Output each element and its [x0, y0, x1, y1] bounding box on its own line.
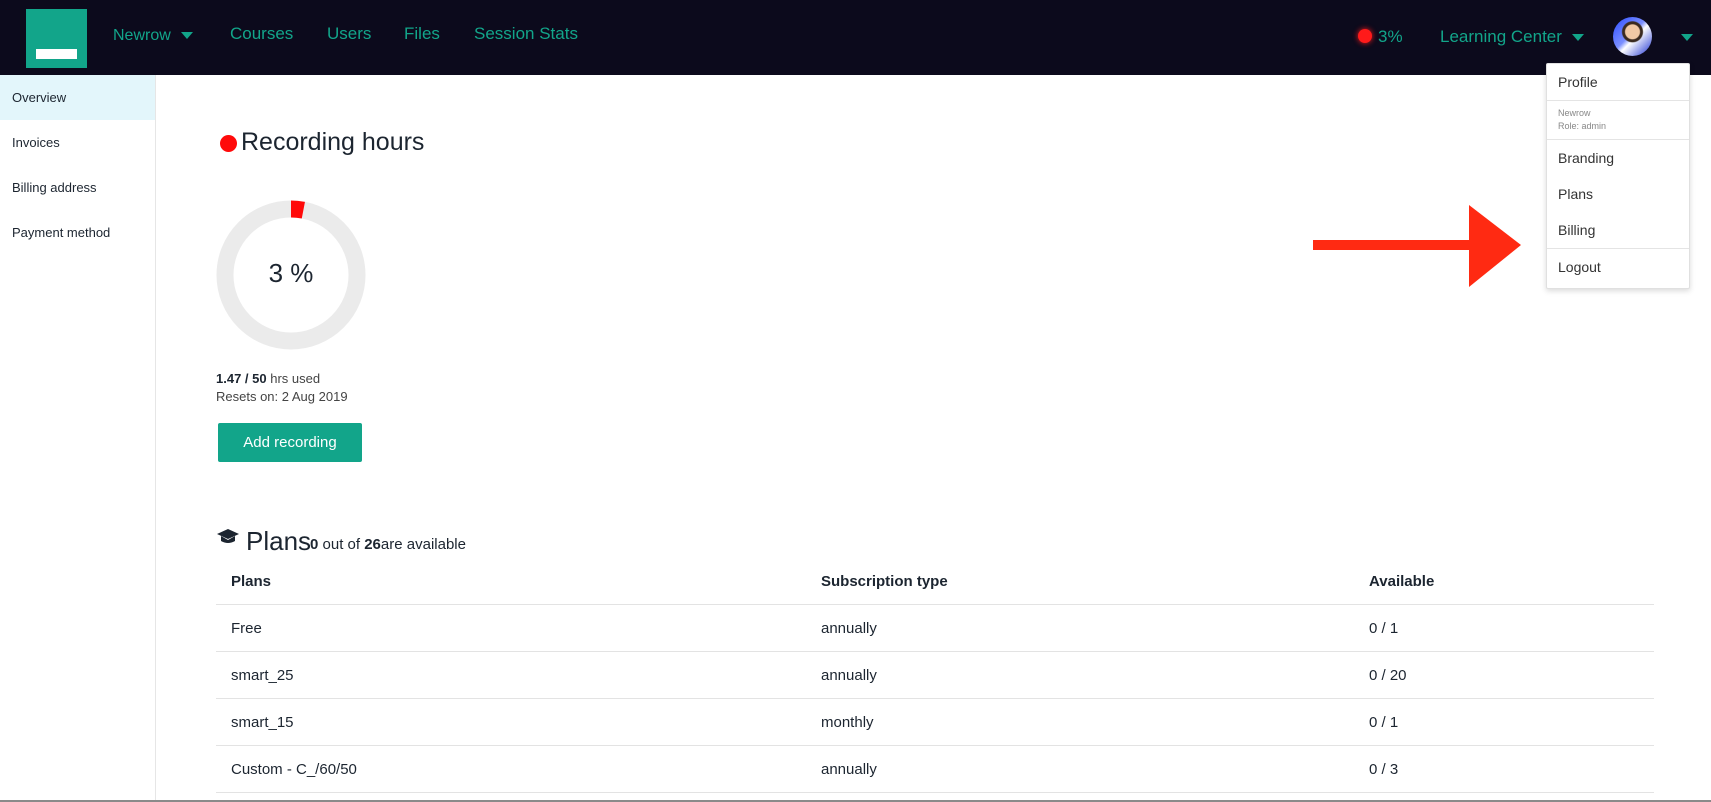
- menu-item-branding[interactable]: Branding: [1547, 140, 1689, 176]
- nav-courses[interactable]: Courses: [230, 24, 293, 44]
- plans-total: 26: [364, 536, 381, 553]
- plan-subscription: annually: [806, 651, 1354, 699]
- table-row: smart_25 annually 0 / 20: [216, 651, 1654, 699]
- nav-session-stats[interactable]: Session Stats: [474, 24, 578, 44]
- plans-title: Plans: [246, 526, 312, 556]
- column-header-subscription-type: Subscription type: [806, 558, 1354, 605]
- table-row: Free annually 0 / 1: [216, 604, 1654, 652]
- chevron-down-icon[interactable]: [1681, 34, 1693, 41]
- table-row: Custom - C_/60/50 annually 0 / 3: [216, 745, 1654, 793]
- table-row: smart_15 monthly 0 / 1: [216, 698, 1654, 746]
- nav-users[interactable]: Users: [327, 24, 371, 44]
- learning-center-label: Learning Center: [1440, 27, 1562, 46]
- avatar[interactable]: [1613, 17, 1652, 56]
- recording-indicator-icon: [1358, 29, 1372, 43]
- sidebar-item-invoices[interactable]: Invoices: [0, 120, 155, 165]
- chevron-down-icon: [180, 32, 193, 40]
- chevron-down-icon: [1571, 34, 1584, 42]
- table-header-row: Plans Subscription type Available: [216, 558, 1654, 605]
- user-org-name: Newrow: [1558, 108, 1591, 118]
- menu-item-plans[interactable]: Plans: [1547, 176, 1689, 212]
- plans-out-of: out of: [322, 536, 361, 553]
- sidebar-item-payment-method[interactable]: Payment method: [0, 210, 155, 255]
- sidebar-item-billing-address[interactable]: Billing address: [0, 165, 155, 210]
- recording-dot-icon: [220, 135, 237, 152]
- sidebar-item-overview[interactable]: Overview: [0, 75, 155, 120]
- sidebar: Overview Invoices Billing address Paymen…: [0, 75, 156, 802]
- plan-subscription: annually: [806, 745, 1354, 793]
- plan-subscription: annually: [806, 604, 1354, 652]
- hours-used-value: 1.47 / 50: [216, 371, 267, 386]
- plans-are-available: are available: [380, 536, 466, 553]
- user-org-info: Newrow Role: admin: [1547, 101, 1689, 139]
- org-switcher[interactable]: Newrow: [113, 27, 193, 45]
- hours-used-suffix: hrs used: [270, 371, 321, 386]
- menu-item-billing[interactable]: Billing: [1547, 212, 1689, 248]
- hours-used: 1.47 / 50 hrs used: [216, 371, 320, 386]
- plan-name: Free: [216, 604, 806, 652]
- add-recording-button[interactable]: Add recording: [218, 423, 362, 462]
- plans-availability: 0 out of 26are available: [310, 536, 466, 553]
- annotation-arrow-icon: [1313, 205, 1521, 287]
- plans-table: Plans Subscription type Available Free a…: [216, 558, 1654, 793]
- plan-name: Custom - C_/60/50: [216, 745, 806, 793]
- learning-center-menu[interactable]: Learning Center: [1440, 27, 1584, 47]
- recording-hours-title: Recording hours: [241, 128, 425, 156]
- menu-item-profile[interactable]: Profile: [1547, 64, 1689, 100]
- recording-percent[interactable]: 3%: [1378, 27, 1403, 47]
- column-header-plans: Plans: [216, 558, 806, 605]
- column-header-available: Available: [1354, 558, 1654, 605]
- plans-available-count: 0: [310, 536, 319, 553]
- plan-available: 0 / 3: [1354, 745, 1654, 793]
- user-dropdown-menu: Profile Newrow Role: admin Branding Plan…: [1546, 63, 1690, 289]
- recording-percent-label: 3 %: [268, 258, 314, 288]
- plan-available: 0 / 20: [1354, 651, 1654, 699]
- app-logo[interactable]: [26, 9, 87, 68]
- plan-name: smart_25: [216, 651, 806, 699]
- top-navbar: Newrow Courses Users Files Session Stats…: [0, 0, 1711, 75]
- nav-files[interactable]: Files: [404, 24, 440, 44]
- user-role: Role: admin: [1558, 121, 1607, 131]
- resets-date: Resets on: 2 Aug 2019: [216, 389, 348, 404]
- plan-name: smart_15: [216, 698, 806, 746]
- org-switcher-label: Newrow: [113, 27, 171, 44]
- menu-item-logout[interactable]: Logout: [1547, 249, 1689, 285]
- plan-available: 0 / 1: [1354, 698, 1654, 746]
- plan-subscription: monthly: [806, 698, 1354, 746]
- graduation-cap-icon: [217, 529, 239, 543]
- plan-available: 0 / 1: [1354, 604, 1654, 652]
